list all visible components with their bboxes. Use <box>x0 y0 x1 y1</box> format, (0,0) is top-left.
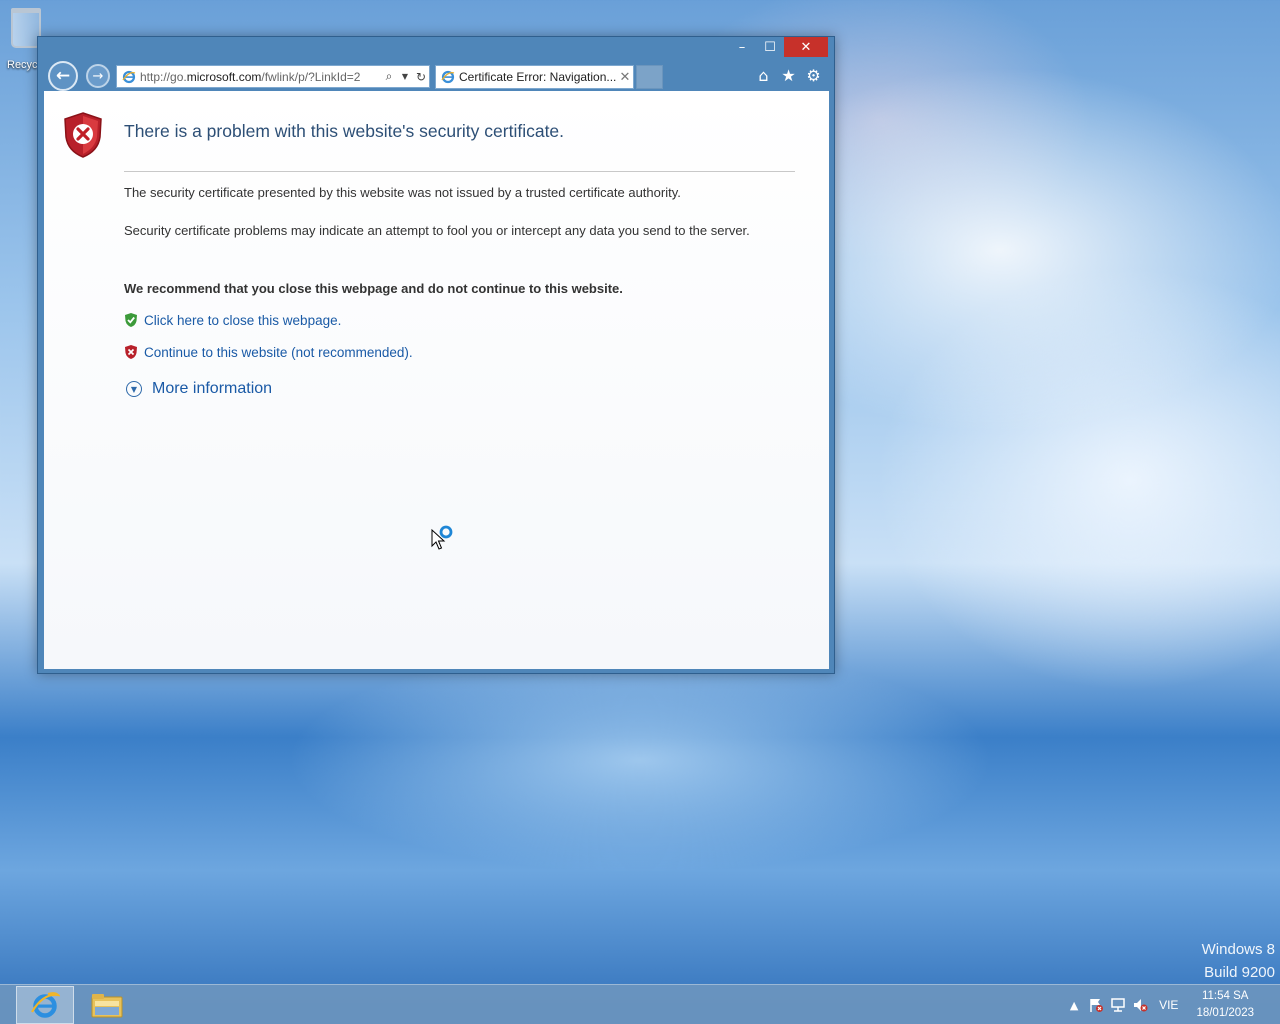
page-title: There is a problem with this website's s… <box>124 121 565 141</box>
watermark-build: Build 9200 <box>1204 964 1275 981</box>
clock-date: 18/01/2023 <box>1196 1007 1254 1019</box>
url-domain: microsoft.com <box>186 69 262 84</box>
home-icon[interactable]: ⌂ <box>755 65 772 85</box>
back-arrow-icon: ← <box>55 66 71 86</box>
close-webpage-link[interactable]: Click here to close this webpage. <box>124 312 341 328</box>
tab-certificate-error[interactable]: Certificate Error: Navigation... ✕ <box>435 65 634 89</box>
file-explorer-folder-icon <box>91 994 123 1018</box>
windows-build-watermark: Windows 8 Build 9200 <box>1202 938 1275 984</box>
clock-time: 11:54 SA <box>1201 990 1249 1002</box>
continue-website-link[interactable]: Continue to this website (not recommende… <box>124 344 413 360</box>
close-webpage-label: Click here to close this webpage. <box>144 312 342 328</box>
system-tray: ▲ VIE 11:54 SA 18/01/2023 <box>1063 985 1280 1024</box>
tab-title: Certificate Error: Navigation... <box>459 70 617 84</box>
watermark-os: Windows 8 <box>1201 941 1275 958</box>
window-caption-buttons: – ☐ ✕ <box>728 37 828 57</box>
action-center-flag-icon[interactable] <box>1085 997 1107 1013</box>
clock[interactable]: 11:54 SA 18/01/2023 <box>1196 988 1254 1022</box>
tab-close-icon[interactable]: ✕ <box>617 70 633 85</box>
forward-button[interactable]: → <box>86 64 110 88</box>
search-icon[interactable]: ⌕ <box>381 69 397 84</box>
tools-gear-icon[interactable]: ⚙ <box>805 65 822 85</box>
input-language-indicator[interactable]: VIE <box>1159 998 1178 1012</box>
busy-cursor-icon <box>431 525 453 550</box>
taskbar-file-explorer[interactable] <box>78 986 136 1024</box>
recommendation-text: We recommend that you close this webpage… <box>124 281 623 296</box>
more-information-label: More information <box>152 380 273 397</box>
divider <box>124 171 795 172</box>
refresh-icon[interactable]: ↻ <box>413 70 429 84</box>
show-hidden-icons-chevron-icon[interactable]: ▲ <box>1063 999 1085 1012</box>
navigation-bar: ← → http://go.microsoft.com/fwlink/p/?Li… <box>38 61 834 91</box>
taskbar-internet-explorer[interactable] <box>16 986 74 1024</box>
command-icons: ⌂ ★ ⚙ <box>755 65 822 85</box>
green-shield-check-icon <box>125 313 137 327</box>
back-button[interactable]: ← <box>48 61 78 91</box>
close-window-button[interactable]: ✕ <box>784 37 828 57</box>
internet-explorer-window: – ☐ ✕ ← → http://go.microsoft.com/fwlink… <box>37 36 835 674</box>
network-icon[interactable] <box>1107 997 1129 1013</box>
url-prefix: http://go. <box>140 69 187 84</box>
volume-muted-icon[interactable] <box>1129 997 1151 1013</box>
new-tab-button[interactable] <box>636 65 663 89</box>
minimize-button[interactable]: – <box>728 37 756 57</box>
forward-arrow-icon: → <box>92 68 104 84</box>
favorites-icon[interactable]: ★ <box>780 65 797 85</box>
address-bar[interactable]: http://go.microsoft.com/fwlink/p/?LinkId… <box>116 65 430 88</box>
ie-page-icon <box>121 69 136 84</box>
page-content: There is a problem with this website's s… <box>44 91 829 669</box>
dropdown-chevron-icon[interactable]: ▼ <box>397 72 413 81</box>
maximize-button[interactable]: ☐ <box>756 37 784 57</box>
internet-explorer-icon <box>31 992 60 1018</box>
ie-tab-icon <box>440 70 455 85</box>
error-shield-icon <box>64 112 102 158</box>
recycle-bin-label: Recyc <box>7 59 38 71</box>
certificate-warning-text: Security certificate problems may indica… <box>124 223 750 238</box>
chevron-down-icon: ▼ <box>126 381 142 397</box>
taskbar: ▲ VIE 11:54 SA 18/01/2023 <box>0 984 1280 1024</box>
url-text[interactable]: http://go.microsoft.com/fwlink/p/?LinkId… <box>140 70 381 84</box>
continue-website-label: Continue to this website (not recommende… <box>144 344 413 360</box>
red-shield-x-icon <box>125 345 137 359</box>
url-path: /fwlink/p/?LinkId=2 <box>261 69 361 84</box>
certificate-issue-text: The security certificate presented by th… <box>124 185 681 200</box>
more-information-expander[interactable]: ▼ More information <box>126 380 272 398</box>
